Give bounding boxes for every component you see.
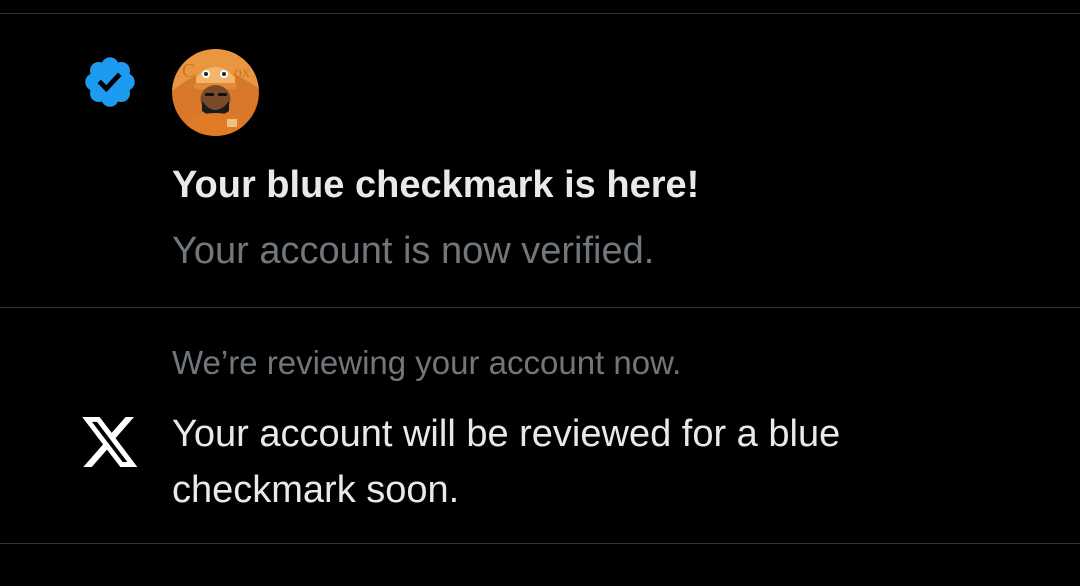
notification-review[interactable]: We’re reviewing your account now. Your a… [0, 308, 1080, 543]
svg-text:ox: ox [234, 64, 250, 81]
notification-body: Your account will be reviewed for a blue… [172, 413, 841, 511]
bottom-divider [0, 543, 1080, 544]
x-logo-icon [80, 412, 140, 472]
notification-title: Your blue checkmark is here! [172, 164, 700, 206]
avatar[interactable]: C ox [172, 49, 259, 136]
verified-badge-icon [80, 52, 140, 112]
notification-header: We’re reviewing your account now. [172, 344, 682, 381]
notification-subtitle: Your account is now verified. [172, 230, 655, 272]
notification-verified[interactable]: C ox Your blue checkmark is here! Your a… [0, 14, 1080, 307]
svg-text:C: C [182, 60, 195, 82]
